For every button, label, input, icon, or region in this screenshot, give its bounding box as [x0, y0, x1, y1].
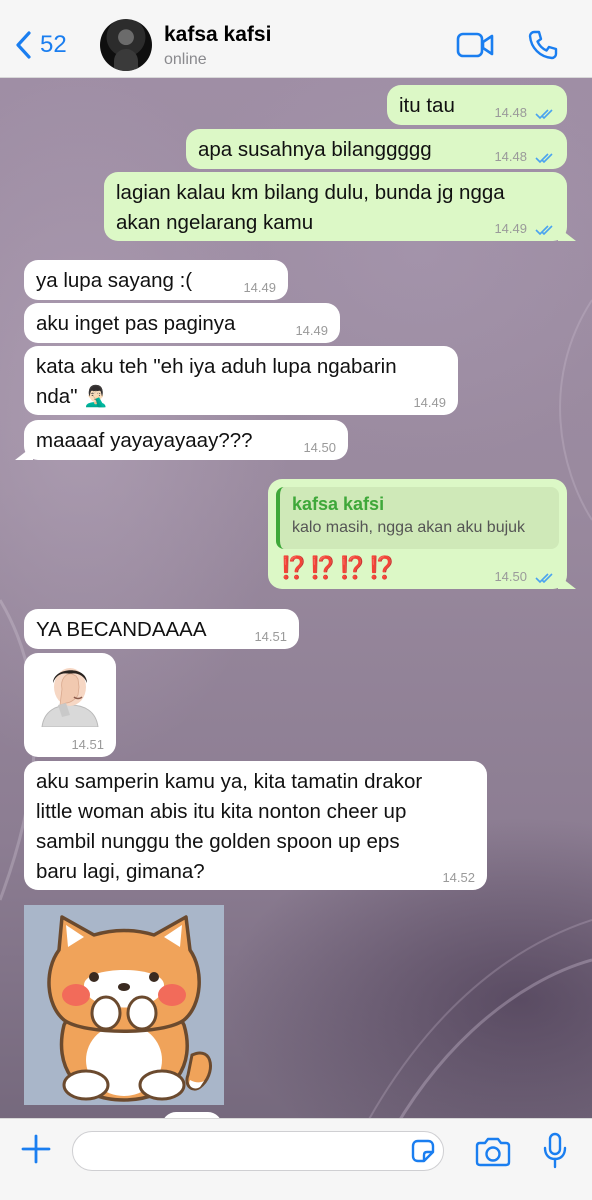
message-text: ⁉️⁉️⁉️⁉️: [280, 555, 398, 580]
message-bubble-outgoing[interactable]: lagian kalau km bilang dulu, bunda jg ng…: [104, 172, 567, 241]
unread-count: 52: [40, 31, 67, 58]
microphone-icon[interactable]: [541, 1132, 569, 1170]
facepalm-emoji-icon: [41, 668, 99, 727]
contact-avatar[interactable]: [100, 19, 152, 71]
message-bubble-outgoing[interactable]: itu tau 14.48: [387, 85, 567, 125]
message-text-line: nda" 🤦🏻‍♂️: [36, 385, 109, 408]
shiba-dog-sticker-icon: [47, 915, 212, 1102]
message-text: aku inget pas paginya: [36, 312, 236, 335]
quoted-message[interactable]: kafsa kafsi kalo masih, ngga akan aku bu…: [276, 487, 559, 549]
chevron-left-icon: [16, 31, 31, 59]
message-text-line: lagian kalau km bilang dulu, bunda jg ng…: [116, 181, 505, 204]
message-time: 14.49: [295, 323, 328, 338]
message-input[interactable]: [72, 1131, 444, 1171]
message-bubble-incoming[interactable]: ya lupa sayang :( 14.49: [24, 260, 288, 300]
contact-name[interactable]: kafsa kafsi: [164, 23, 271, 47]
read-ticks-icon: [535, 153, 553, 164]
message-time: 14.49: [413, 395, 446, 410]
message-time: 14.51: [254, 629, 287, 644]
camera-icon[interactable]: [474, 1137, 512, 1167]
message-text: ya lupa sayang :(: [36, 269, 193, 292]
message-time: 14.50: [494, 569, 527, 584]
message-bubble-incoming[interactable]: aku samperin kamu ya, kita tamatin drako…: [24, 761, 487, 890]
message-text-line: little woman abis itu kita nonton cheer …: [36, 800, 407, 823]
composer-bar: [0, 1118, 592, 1200]
sticker-icon[interactable]: [410, 1138, 436, 1164]
message-bubble-incoming[interactable]: kata aku teh "eh iya aduh lupa ngabarin …: [24, 346, 458, 415]
message-text-line: kata aku teh "eh iya aduh lupa ngabarin: [36, 355, 397, 378]
message-text: maaaaf yayayayaay???: [36, 429, 253, 452]
read-ticks-icon: [535, 225, 553, 236]
message-bubble-outgoing[interactable]: apa susahnya bilanggggg 14.48: [186, 129, 567, 169]
read-ticks-icon: [535, 573, 553, 584]
message-time: 14.52: [442, 870, 475, 885]
back-button[interactable]: 52: [14, 26, 67, 64]
message-text: YA BECANDAAAA: [36, 618, 207, 641]
message-text-line: sambil nunggu the golden spoon up eps: [36, 830, 400, 853]
message-bubble-incoming[interactable]: maaaaf yayayayaay??? 14.50: [24, 420, 348, 460]
message-bubble-incoming[interactable]: aku inget pas paginya 14.49: [24, 303, 340, 343]
message-bubble-incoming[interactable]: YA BECANDAAAA 14.51: [24, 609, 299, 649]
message-text-line: baru lagi, gimana?: [36, 860, 205, 883]
plus-icon[interactable]: [20, 1133, 52, 1165]
message-text-line: aku samperin kamu ya, kita tamatin drako…: [36, 770, 423, 793]
phone-call-icon[interactable]: [527, 29, 559, 61]
message-bubble-incoming-emoji[interactable]: 14.51: [24, 653, 116, 757]
sticker-message[interactable]: [24, 905, 224, 1105]
message-time: 14.49: [494, 221, 527, 236]
message-time: 14.48: [494, 105, 527, 120]
message-bubble-outgoing-reply[interactable]: kafsa kafsi kalo masih, ngga akan aku bu…: [268, 479, 567, 589]
message-list[interactable]: itu tau 14.48 apa susahnya bilanggggg 14…: [0, 78, 592, 1118]
message-text: itu tau: [399, 94, 455, 117]
quoted-author: kafsa kafsi: [292, 494, 385, 514]
video-call-icon[interactable]: [456, 32, 494, 58]
contact-status: online: [164, 51, 207, 68]
read-ticks-icon: [535, 109, 553, 120]
message-time: 14.48: [494, 149, 527, 164]
message-time: 14.51: [71, 737, 104, 752]
chat-header: 52 kafsa kafsi online: [0, 0, 592, 78]
quoted-text: kalo masih, ngga akan aku bujuk: [292, 519, 526, 536]
message-text: apa susahnya bilanggggg: [198, 138, 432, 161]
message-time: 14.50: [303, 440, 336, 455]
message-time: 14.49: [243, 280, 276, 295]
message-text-line: akan ngelarang kamu: [116, 211, 314, 234]
